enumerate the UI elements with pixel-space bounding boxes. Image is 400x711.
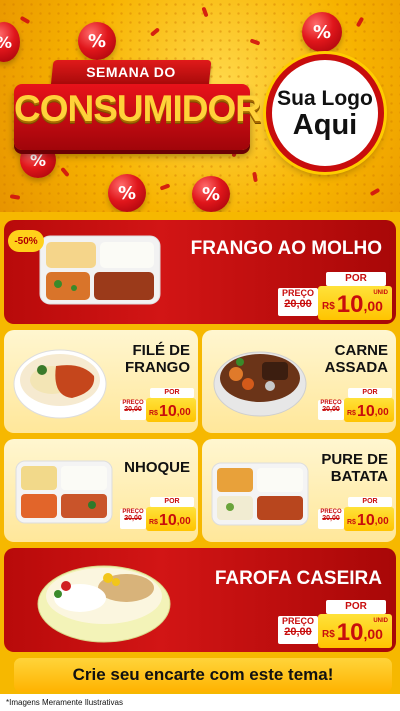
percent-ball-icon: % — [302, 12, 342, 52]
cta-banner[interactable]: Crie seu encarte com este tema! — [14, 658, 392, 692]
old-price: 20,00 — [284, 626, 312, 638]
price-dec: ,00 — [176, 516, 191, 527]
por-label: POR — [348, 497, 392, 507]
old-price-box: PREÇO 20,00 — [278, 288, 318, 316]
price-int: 10 — [158, 403, 177, 420]
currency: R$ — [149, 519, 158, 526]
old-price: 20,00 — [322, 406, 340, 413]
price-int: 10 — [356, 403, 375, 420]
logo-line1: Sua Logo — [277, 86, 373, 110]
product-card-nhoque: NHOQUE POR PREÇO 20,00 R$ 10 ,00 — [4, 439, 198, 542]
preco-label: PREÇO — [281, 616, 314, 626]
new-price: R$ 10 ,00 UNID — [318, 286, 392, 320]
food-image — [211, 462, 309, 526]
price-int: 10 — [158, 512, 177, 529]
product-card-pure-de-batata: PURE DE BATATA POR PREÇO 20,00 R$ 10 ,00 — [202, 439, 396, 542]
product-card-frango-ao-molho: FRANGO AO MOLHO POR PREÇO 20,00 R$ 10 ,0… — [4, 220, 396, 324]
product-name: FAROFA CASEIRA — [214, 568, 382, 589]
food-image — [213, 351, 307, 417]
old-price-box: PREÇO 20,00 — [318, 509, 344, 529]
old-price: 20,00 — [322, 515, 340, 522]
price-dec: ,00 — [374, 407, 389, 418]
food-image — [39, 235, 161, 305]
unit-label: UNID — [373, 618, 388, 624]
currency: R$ — [322, 301, 335, 312]
preco-label: PREÇO — [281, 288, 314, 298]
old-price-box: PREÇO 20,00 — [278, 616, 318, 644]
product-name: NHOQUE — [124, 459, 190, 476]
old-price-box: PREÇO 20,00 — [318, 400, 344, 420]
price-int: 10 — [356, 512, 375, 529]
por-label: POR — [326, 600, 386, 614]
currency: R$ — [322, 629, 335, 640]
new-price: R$ 10 ,00 — [146, 507, 196, 531]
new-price: R$ 10 ,00 — [146, 398, 196, 422]
por-label: POR — [150, 497, 194, 507]
product-name: CARNE ASSADA — [324, 342, 388, 377]
product-name: FRANGO AO MOLHO — [190, 238, 382, 259]
old-price-box: PREÇO 20,00 — [120, 400, 146, 420]
old-price-box: PREÇO 20,00 — [120, 509, 146, 529]
title-top: SEMANA DO — [86, 64, 176, 80]
new-price: R$ 10 ,00 — [344, 398, 394, 422]
price-dec: ,00 — [176, 407, 191, 418]
percent-ball-icon: % — [0, 22, 20, 62]
logo-placeholder: Sua Logo Aqui — [266, 54, 384, 172]
product-card-file-de-frango: FILÉ DE FRANGO POR PREÇO 20,00 R$ 10 ,00 — [4, 330, 198, 433]
price-int: 10 — [336, 291, 364, 318]
unit-label: UNID — [373, 290, 388, 296]
old-price: 20,00 — [284, 298, 312, 310]
new-price: R$ 10 ,00 UNID — [318, 614, 392, 648]
por-label: POR — [150, 388, 194, 398]
currency: R$ — [149, 410, 158, 417]
product-card-carne-assada: CARNE ASSADA POR PREÇO 20,00 R$ 10 ,00 — [202, 330, 396, 433]
percent-ball-icon: % — [192, 176, 230, 212]
price-int: 10 — [336, 619, 364, 646]
price-dec: ,00 — [363, 298, 383, 314]
logo-line2: Aqui — [292, 108, 358, 141]
price-dec: ,00 — [374, 516, 389, 527]
por-label: POR — [348, 388, 392, 398]
product-name: FILÉ DE FRANGO — [125, 342, 190, 377]
food-image — [15, 460, 113, 524]
food-image — [37, 565, 171, 643]
discount-badge: -50% — [8, 230, 44, 252]
product-card-farofa-caseira: FAROFA CASEIRA POR PREÇO 20,00 R$ 10 ,00… — [4, 548, 396, 652]
old-price: 20,00 — [124, 515, 142, 522]
product-name: PURE DE BATATA — [321, 451, 388, 486]
por-label: POR — [326, 272, 386, 286]
currency: R$ — [347, 519, 356, 526]
percent-ball-icon: % — [78, 22, 116, 60]
food-image — [13, 349, 107, 419]
title-main: CONSUMIDOR — [14, 88, 262, 129]
campaign-title: SEMANA DO CONSUMIDOR — [14, 58, 262, 166]
disclaimer-footer: *Imagens Meramente Ilustrativas — [0, 694, 400, 711]
old-price: 20,00 — [124, 406, 142, 413]
price-dec: ,00 — [363, 626, 383, 642]
percent-ball-icon: % — [108, 174, 146, 212]
hero-banner: % % % % % % SEMANA DO CONSUMIDOR Sua Log… — [0, 0, 400, 212]
new-price: R$ 10 ,00 — [344, 507, 394, 531]
currency: R$ — [347, 410, 356, 417]
